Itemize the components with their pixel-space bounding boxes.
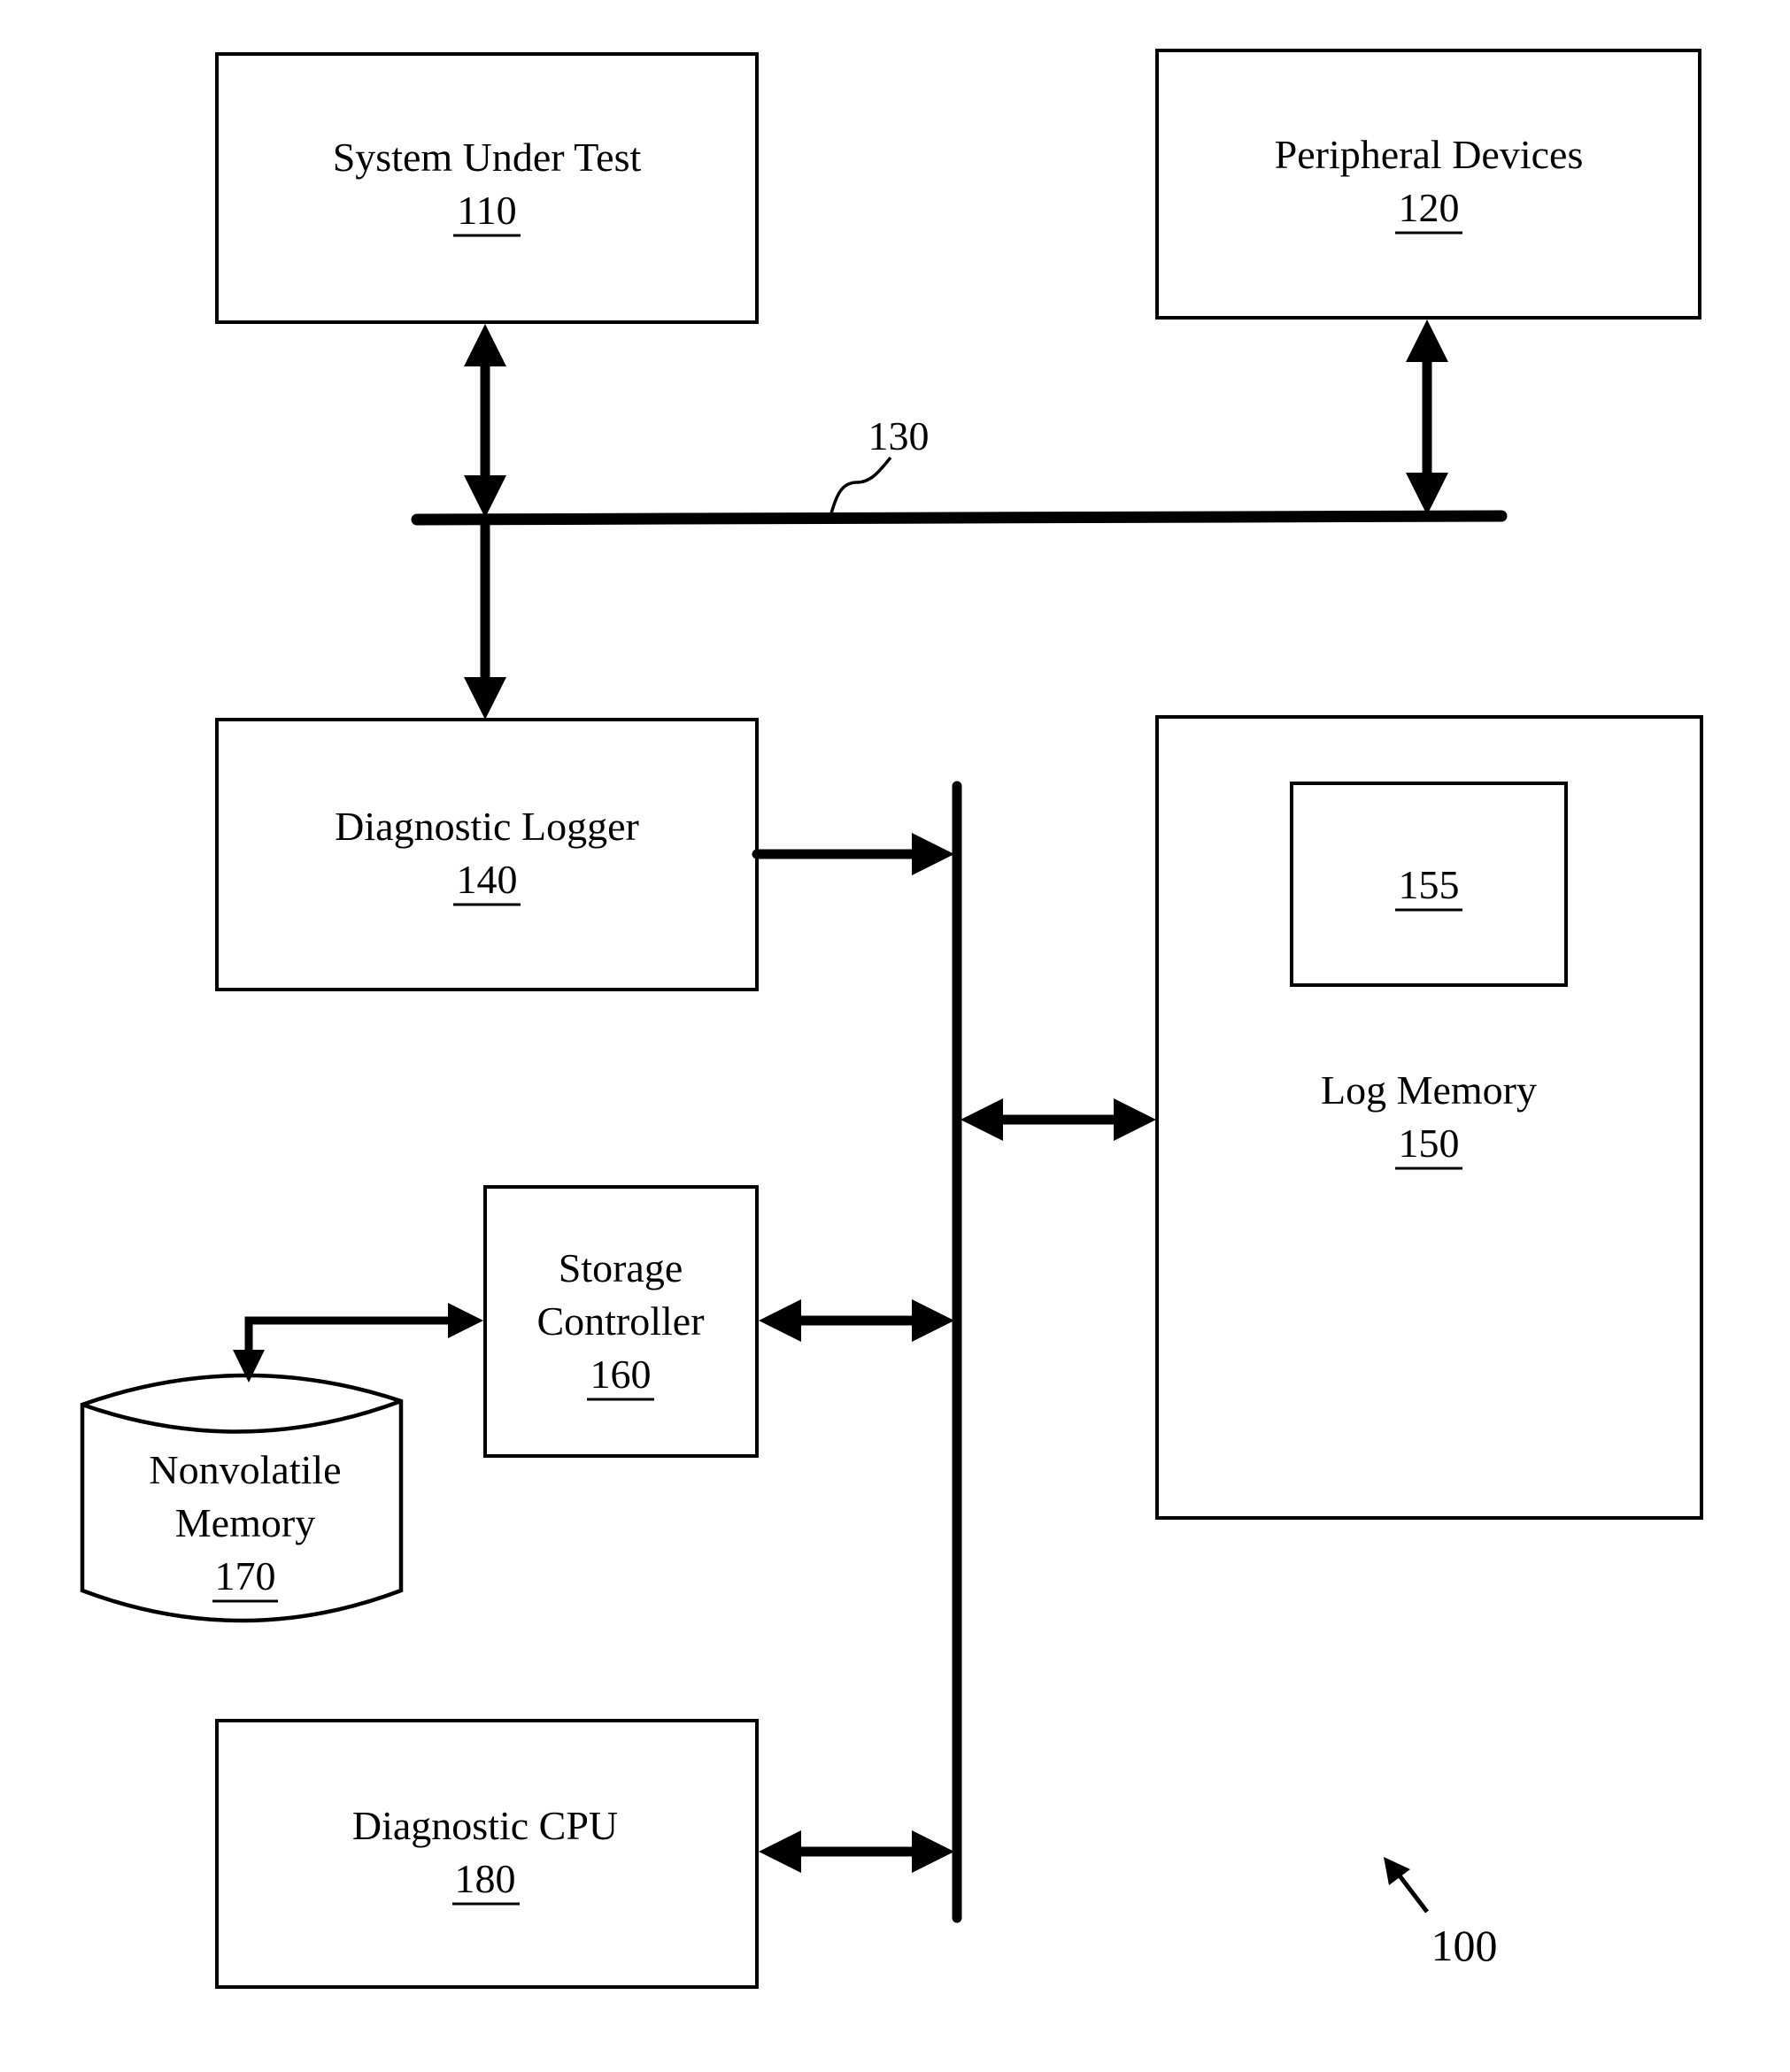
bus-line [411, 510, 1508, 526]
figure-reference-number: 100 [1431, 1921, 1498, 1970]
diagnostic-cpu-ref: 180 [455, 1856, 516, 1901]
log-memory-internal-bus-arrow [961, 1098, 1156, 1141]
system-under-test-title: System Under Test [333, 135, 642, 180]
sut-bus-arrow [464, 324, 506, 518]
nonvolatile-memory-ref: 170 [215, 1553, 276, 1598]
peripheral-devices-title: Peripheral Devices [1275, 132, 1584, 177]
peripheral-devices-ref: 120 [1399, 185, 1460, 230]
figure-reference: 100 [1384, 1857, 1498, 1970]
diagnostic-cpu-title: Diagnostic CPU [352, 1803, 618, 1848]
log-memory-ref: 150 [1399, 1121, 1460, 1166]
peripheral-bus-arrow [1406, 320, 1448, 515]
bus-logger-arrow [464, 520, 506, 720]
block-diagram: System Under Test 110 Peripheral Devices… [80, 49, 1703, 1989]
diagnostic-logger-title: Diagnostic Logger [335, 804, 639, 849]
bus-ref: 130 [868, 413, 930, 458]
storage-controller-title-line2: Controller [536, 1298, 704, 1344]
nonvolatile-memory-title-line2: Memory [175, 1500, 315, 1545]
nonvolatile-memory-title-line1: Nonvolatile [149, 1447, 341, 1492]
storage-controller-block: Storage Controller 160 [483, 1185, 759, 1458]
logger-internal-bus-arrow [752, 833, 954, 875]
system-bus-130: 130 [411, 413, 1508, 526]
storage-controller-internal-bus-arrow [759, 1299, 954, 1342]
cpu-internal-bus-arrow [759, 1830, 954, 1873]
nonvolatile-memory-cylinder: Nonvolatile Memory 170 [80, 1373, 404, 1623]
log-memory-block: 155 Log Memory 150 [1155, 715, 1703, 1520]
system-under-test-ref: 110 [457, 188, 516, 233]
diagnostic-cpu-block: Diagnostic CPU 180 [215, 1719, 759, 1989]
peripheral-devices-block: Peripheral Devices 120 [1155, 49, 1701, 320]
diagnostic-logger-ref: 140 [457, 857, 518, 902]
log-memory-region-155: 155 [1290, 782, 1568, 987]
log-memory-title: Log Memory [1321, 1067, 1537, 1113]
log-memory-region-ref: 155 [1399, 862, 1460, 907]
storage-controller-ref: 160 [590, 1352, 652, 1397]
storage-controller-title-line1: Storage [559, 1245, 683, 1290]
bus-leader-squiggle [829, 456, 892, 517]
system-under-test-block: System Under Test 110 [215, 52, 759, 324]
storage-nvm-arrow [233, 1303, 483, 1383]
diagnostic-logger-block: Diagnostic Logger 140 [215, 718, 759, 991]
